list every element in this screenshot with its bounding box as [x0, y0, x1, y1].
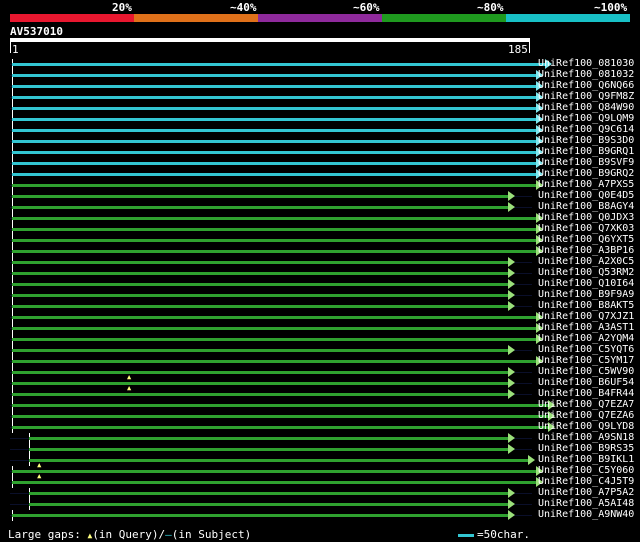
hit-bar[interactable]	[12, 129, 538, 132]
hit-arrow-icon	[508, 268, 516, 278]
hit-bar[interactable]	[12, 217, 538, 220]
hit-bar[interactable]	[12, 316, 538, 319]
hit-arrow-icon	[508, 191, 516, 201]
gap-triangle-icon: ▲	[37, 461, 42, 469]
hit-arrow-icon	[508, 444, 516, 454]
hit-arrow-icon	[508, 488, 516, 498]
hit-arrow-icon	[508, 257, 516, 267]
hit-arrow-icon	[508, 301, 516, 311]
hit-bar[interactable]	[28, 492, 510, 495]
hit-bar[interactable]	[12, 360, 538, 363]
hit-bar[interactable]	[12, 140, 538, 143]
gap-triangle-icon: ▲	[37, 472, 42, 480]
hit-bar[interactable]	[12, 338, 538, 341]
gap-triangle-icon: ▲	[127, 373, 132, 381]
hit-bar[interactable]	[12, 239, 538, 242]
hit-bar[interactable]	[12, 470, 538, 473]
percent-label-40: ~40%	[230, 1, 257, 14]
hit-bar[interactable]	[12, 228, 538, 231]
hit-bar[interactable]	[28, 503, 510, 506]
scale-segment	[134, 14, 258, 22]
hit-bar[interactable]	[12, 294, 510, 297]
hit-bar[interactable]	[12, 250, 538, 253]
hit-bar[interactable]	[12, 151, 538, 154]
ruler-start-label: 1	[12, 43, 19, 56]
hit-bar[interactable]	[12, 184, 538, 187]
hit-arrow-icon	[508, 367, 516, 377]
scale-segment	[258, 14, 382, 22]
gap-legend-query: (in Query)/	[92, 528, 166, 541]
hit-bar[interactable]	[12, 173, 538, 176]
scale-segment	[10, 14, 134, 22]
ruler-tick-end	[529, 42, 530, 53]
scale-segment	[506, 14, 630, 22]
blast-alignment-graphic: 20% ~40% ~60% ~80% ~100% AV537010 1 185 …	[0, 0, 640, 542]
scale-key-label: =50char.	[477, 528, 530, 541]
hit-bar[interactable]	[12, 481, 538, 484]
query-bar	[10, 38, 530, 42]
hit-bar[interactable]	[12, 63, 546, 66]
hit-bar[interactable]	[12, 96, 538, 99]
percent-label-20: 20%	[112, 1, 132, 14]
hit-bar[interactable]	[12, 349, 510, 352]
hit-bar[interactable]	[12, 305, 510, 308]
percent-label-60: ~60%	[353, 1, 380, 14]
hit-bar[interactable]	[28, 437, 510, 440]
hit-bar[interactable]	[12, 261, 510, 264]
gap-legend: Large gaps: ▲(in Query)/–(in Subject)	[8, 528, 251, 541]
hit-bar[interactable]	[12, 283, 510, 286]
hit-bar[interactable]	[12, 382, 510, 385]
percent-label-100: ~100%	[594, 1, 628, 14]
dash-icon: –	[165, 528, 172, 541]
scale-segment	[382, 14, 506, 22]
hit-bar[interactable]	[28, 448, 510, 451]
hit-arrow-icon	[528, 455, 535, 465]
hit-bar[interactable]	[28, 459, 529, 462]
hit-arrow-icon	[508, 345, 516, 355]
hit-bar[interactable]	[12, 415, 549, 418]
gap-triangle-icon: ▲	[127, 384, 132, 392]
hit-row[interactable]: UniRef100_A9NW40	[0, 509, 640, 521]
hit-bar[interactable]	[12, 107, 538, 110]
hit-bar[interactable]	[12, 393, 510, 396]
hit-bar[interactable]	[12, 118, 538, 121]
percent-label-80: ~80%	[477, 1, 504, 14]
hit-arrow-icon	[508, 433, 516, 443]
hit-arrow-icon	[508, 202, 516, 212]
gap-legend-prefix: Large gaps:	[8, 528, 81, 541]
hit-bar[interactable]	[12, 327, 538, 330]
hit-arrow-icon	[508, 290, 516, 300]
ruler-tick-start	[10, 42, 11, 53]
ruler-end-label: 185	[508, 43, 528, 56]
scale-key-bar	[458, 534, 474, 537]
hit-arrow-icon	[508, 378, 516, 388]
hit-arrow-icon	[508, 389, 516, 399]
hit-bar[interactable]	[12, 272, 510, 275]
hit-bar[interactable]	[12, 514, 510, 517]
hit-arrow-icon	[508, 279, 516, 289]
hit-bar[interactable]	[12, 371, 510, 374]
hit-bar[interactable]	[12, 206, 510, 209]
hit-bar[interactable]	[12, 195, 510, 198]
query-name: AV537010	[10, 25, 63, 38]
hit-label[interactable]: UniRef100_A9NW40	[538, 509, 634, 521]
hit-bar[interactable]	[12, 404, 549, 407]
hit-bar[interactable]	[12, 74, 538, 77]
hit-bar[interactable]	[12, 162, 538, 165]
hit-bar[interactable]	[12, 85, 538, 88]
hit-arrow-icon	[508, 510, 516, 520]
hit-arrow-icon	[508, 499, 516, 509]
hit-bar[interactable]	[12, 426, 549, 429]
gap-legend-subject: (in Subject)	[171, 528, 252, 541]
